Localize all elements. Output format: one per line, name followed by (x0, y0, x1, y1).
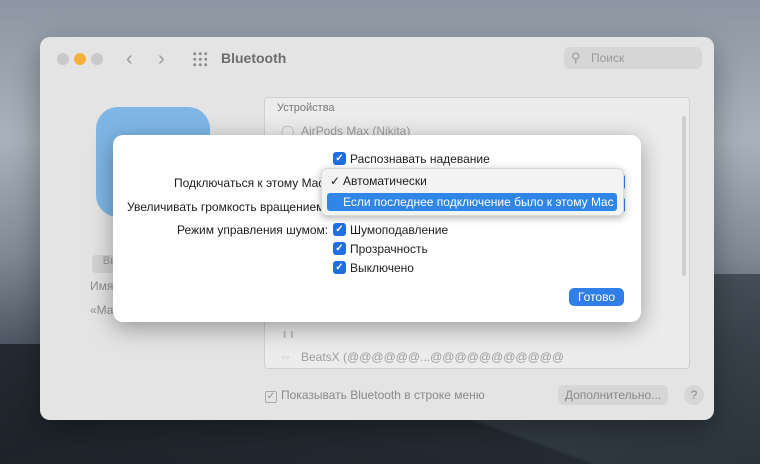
device-row[interactable]: ╻╻ (281, 324, 661, 338)
close-button[interactable] (57, 53, 69, 65)
help-button[interactable]: ? (684, 385, 704, 405)
checkmark-icon: ✓ (265, 391, 277, 403)
off-label: Выключено (350, 261, 414, 275)
search-input[interactable]: ⚲ Поиск (564, 47, 702, 69)
noise-control-label: Режим управления шумом: (177, 223, 329, 237)
menu-item-automatic[interactable]: ✓ Автоматически (322, 172, 623, 190)
airpods-options-sheet: ✓ Распознавать надевание Подключаться к … (113, 135, 641, 322)
title-bar: ‹ › Bluetooth ⚲ Поиск (40, 37, 714, 81)
scrollbar[interactable] (682, 116, 686, 276)
devices-header: Устройства (277, 102, 335, 114)
connect-popup-menu[interactable]: ✓ Автоматически Если последнее подключен… (321, 168, 624, 216)
transparency-checkbox[interactable]: ✓ (333, 242, 346, 255)
device-row[interactable]: ◦◦ BeatsX (@@@@@@...@@@@@@@@@@@ (281, 350, 661, 364)
ear-detection-checkbox[interactable]: ✓ (333, 152, 346, 165)
window-title: Bluetooth (221, 50, 287, 66)
search-placeholder: Поиск (591, 51, 625, 65)
done-button[interactable]: Готово (569, 288, 624, 306)
volume-label: Увеличивать громкость вращением (127, 200, 325, 214)
ear-detection-label: Распознавать надевание (350, 152, 490, 166)
transparency-label: Прозрачность (350, 242, 428, 256)
forward-icon[interactable]: › (158, 48, 165, 71)
back-icon[interactable]: ‹ (126, 48, 133, 71)
name-label: Имя (90, 279, 114, 293)
checkmark-icon: ✓ (330, 174, 341, 188)
search-icon: ⚲ (571, 50, 581, 65)
advanced-button[interactable]: Дополнительно... (558, 385, 668, 405)
earbuds-icon: ╻╻ (281, 324, 296, 338)
show-all-grid-icon[interactable] (192, 51, 208, 67)
connect-label: Подключаться к этому Mac (174, 176, 325, 190)
minimize-button[interactable] (74, 53, 86, 65)
menu-item-last-connected[interactable]: Если последнее подключение было к этому … (327, 193, 617, 211)
earphones-icon: ◦◦ (281, 350, 290, 364)
zoom-button[interactable] (91, 53, 103, 65)
off-checkbox[interactable]: ✓ (333, 261, 346, 274)
noise-cancellation-checkbox[interactable]: ✓ (333, 223, 346, 236)
noise-cancellation-label: Шумоподавление (350, 223, 449, 237)
device-name-value: «Ма (90, 303, 114, 317)
show-in-menubar-checkbox[interactable]: ✓ Показывать Bluetooth в строке меню (265, 388, 485, 403)
